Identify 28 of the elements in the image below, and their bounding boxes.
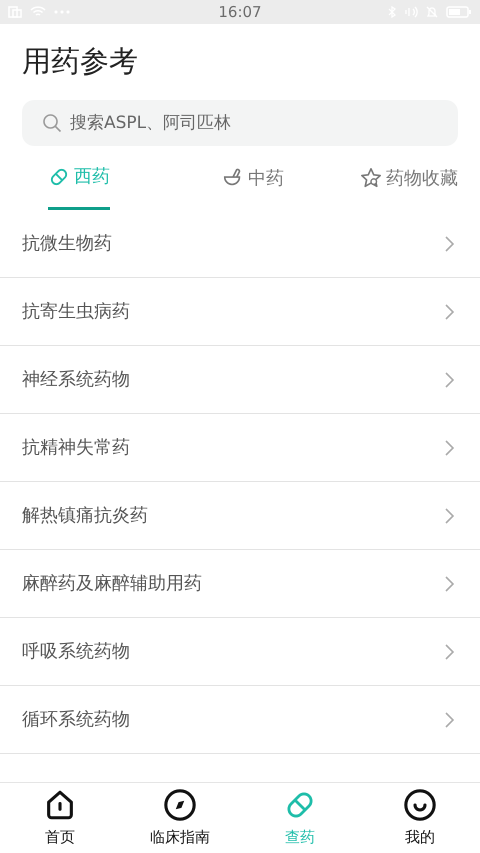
star-icon xyxy=(360,167,382,189)
chevron-icon xyxy=(445,644,454,660)
smile-icon xyxy=(403,788,437,822)
category-item[interactable]: 抗寄生虫病药 xyxy=(0,278,480,346)
chevron-icon xyxy=(445,576,454,592)
category-item[interactable]: 抗精神失常药 xyxy=(0,414,480,482)
chevron-icon xyxy=(445,712,454,728)
nav-tab[interactable]: 首页 xyxy=(0,783,120,853)
category-item[interactable]: 麻醉药及麻醉辅助用药 xyxy=(0,550,480,618)
chevron-icon xyxy=(445,440,454,456)
nav-tab[interactable]: 临床指南 xyxy=(120,783,240,853)
compass-icon xyxy=(163,788,197,822)
category-item[interactable]: 神经系统药物 xyxy=(0,346,480,414)
nav-tab[interactable]: 我的 xyxy=(360,783,480,853)
chevron-icon xyxy=(445,304,454,320)
category-item[interactable]: 循环系统药物 xyxy=(0,686,480,754)
chevron-icon xyxy=(445,508,454,524)
chevron-icon xyxy=(445,236,454,252)
category-item[interactable]: 抗微生物药 xyxy=(0,210,480,278)
page-title: 用药参考 xyxy=(22,43,138,80)
chevron-icon xyxy=(445,372,454,388)
search-icon xyxy=(42,113,62,133)
search-field[interactable]: 搜索ASPL、阿司匹林 xyxy=(22,100,458,146)
tab[interactable]: 中药 xyxy=(222,146,284,210)
category-item[interactable]: 呼吸系统药物 xyxy=(0,618,480,686)
tab[interactable]: 药物收藏 xyxy=(360,146,458,210)
clock: 16:07 xyxy=(218,2,262,23)
category-item[interactable]: 解热镇痛抗炎药 xyxy=(0,482,480,550)
